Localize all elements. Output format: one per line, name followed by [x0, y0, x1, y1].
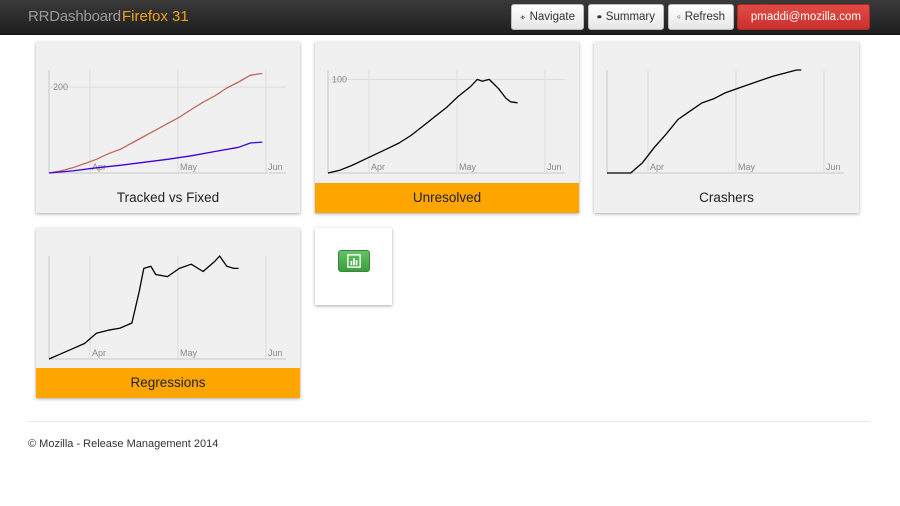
x-tick-label: Apr: [92, 348, 106, 358]
refresh-icon: [677, 15, 681, 19]
series-line: [48, 141, 263, 174]
x-tick-label: Apr: [371, 162, 385, 172]
tile-title: Tracked vs Fixed: [116, 190, 220, 205]
x-tick-label: Jun: [268, 348, 283, 358]
y-tick-label: 200: [53, 82, 68, 92]
x-tick-label: May: [180, 162, 198, 172]
user-label: pmaddi@mozilla.com: [750, 11, 861, 23]
summary-button[interactable]: Summary: [588, 4, 664, 30]
product-name[interactable]: Firefox 31: [122, 8, 189, 25]
refresh-label: Refresh: [684, 11, 725, 23]
crashers-tile[interactable]: Apr May Jun Crashers: [594, 42, 859, 213]
regressions-tile[interactable]: Apr May Jun Regressions: [36, 228, 300, 398]
series-line: [48, 255, 239, 360]
unresolved-tile[interactable]: Apr May Jun 100 Unresolved: [315, 42, 579, 213]
user-button[interactable]: pmaddi@mozilla.com: [737, 4, 870, 30]
bar-chart-icon: [347, 254, 361, 268]
x-tick-label: May: [459, 162, 477, 172]
tile-title: Unresolved: [315, 183, 579, 213]
app-brand[interactable]: RRDashboard: [28, 8, 121, 25]
footer-text: © Mozilla - Release Management 2014: [28, 438, 219, 450]
comment-icon: [597, 15, 602, 19]
top-navbar: RRDashboard Firefox 31 Navigate Summary …: [0, 0, 900, 35]
refresh-button[interactable]: Refresh: [668, 4, 734, 30]
sign-out-icon: [746, 16, 747, 18]
series-line: [327, 78, 518, 174]
tile-title: Regressions: [36, 368, 300, 398]
tracked-vs-fixed-chart: Apr May Jun200: [48, 70, 286, 174]
x-tick-label: Jun: [547, 162, 562, 172]
add-chart-button[interactable]: [338, 250, 370, 272]
navigate-label: Navigate: [529, 11, 575, 23]
series-line: [48, 72, 263, 174]
footer-divider: [28, 421, 870, 422]
tracked-vs-fixed-tile[interactable]: Apr May Jun 200 Tracked vs Fixed: [36, 42, 300, 213]
regressions-chart: Apr May Jun: [48, 255, 286, 360]
x-tick-label: Apr: [650, 162, 664, 172]
unresolved-chart: Apr May Jun 100: [327, 70, 565, 174]
x-tick-label: Jun: [826, 162, 841, 172]
summary-label: Summary: [605, 11, 655, 23]
tile-title: Crashers: [699, 190, 754, 205]
y-tick-label: 100: [332, 74, 347, 84]
plane-icon: [520, 14, 526, 20]
x-tick-label: May: [738, 162, 756, 172]
crashers-chart: Apr May Jun: [606, 69, 844, 174]
series-line: [607, 69, 802, 174]
x-tick-label: Jun: [268, 162, 283, 172]
x-tick-label: May: [180, 348, 198, 358]
add-chart-tile: [315, 228, 392, 305]
navigate-button[interactable]: Navigate: [511, 4, 584, 30]
